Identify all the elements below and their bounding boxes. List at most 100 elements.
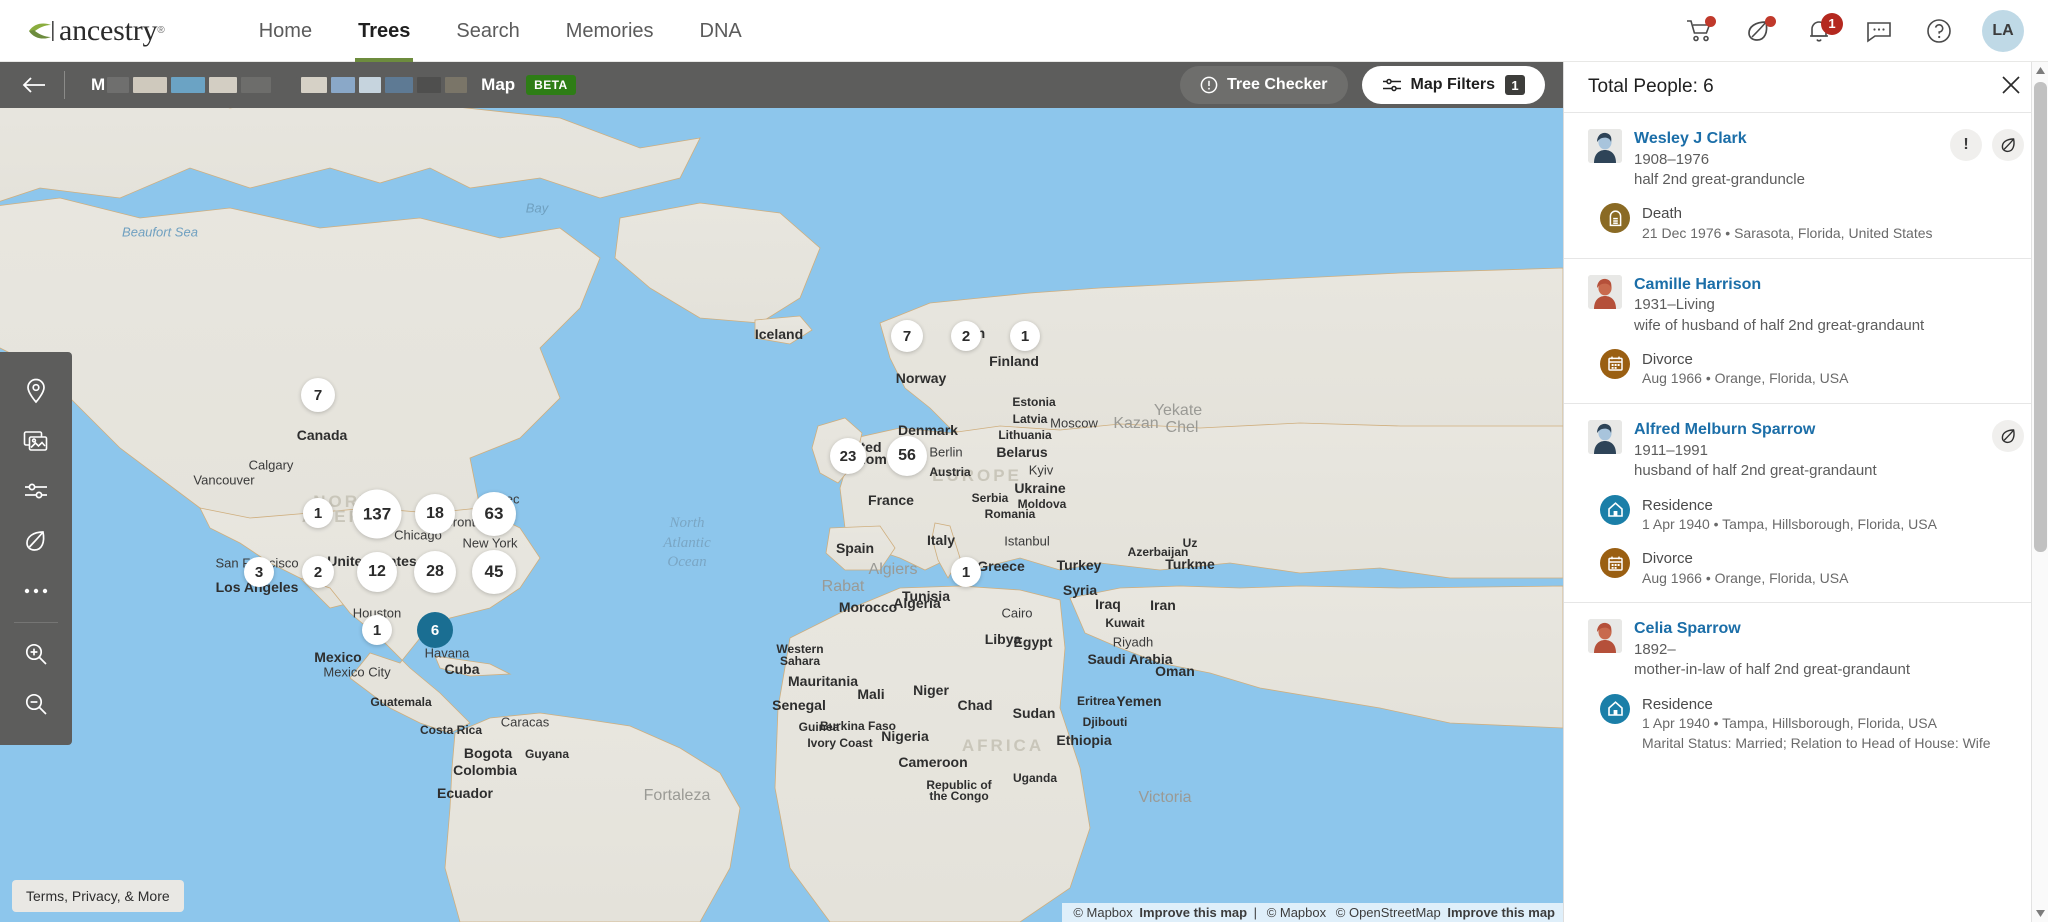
close-icon[interactable]: [1994, 68, 2028, 107]
main-nav-links: Home Trees Search Memories DNA: [259, 0, 788, 62]
person-name-link[interactable]: Wesley J Clark: [1634, 129, 1932, 150]
map-title: M Map BETA: [91, 75, 576, 95]
person-relationship: wife of husband of half 2nd great-granda…: [1634, 316, 2016, 336]
home-icon: [1607, 501, 1624, 518]
person-actions: !: [1940, 129, 2024, 161]
map-filters-button[interactable]: Map Filters 1: [1362, 66, 1545, 104]
nav-link-home[interactable]: Home: [259, 0, 312, 62]
person-event: Residence1 Apr 1940 • Tampa, Hillsboroug…: [1588, 694, 2024, 754]
top-navigation-bar: ancestry ® Home Trees Search Memories DN…: [0, 0, 2048, 62]
photos-tool[interactable]: [0, 416, 72, 466]
leaf-hint-icon[interactable]: [1992, 420, 2024, 452]
person-name-link[interactable]: Celia Sparrow: [1634, 619, 2016, 640]
map-landmass-layer: [0, 108, 1563, 922]
toolbar-actions: Tree Checker Map Filters 1: [1180, 66, 1545, 104]
person-avatar-icon: [1588, 420, 1622, 454]
person-header: Alfred Melburn Sparrow1911–1991husband o…: [1588, 420, 2024, 481]
person-card[interactable]: Celia Sparrow1892–mother-in-law of half …: [1564, 602, 2046, 768]
person-name-link[interactable]: Camille Harrison: [1634, 275, 2016, 296]
nav-link-trees[interactable]: Trees: [358, 0, 410, 62]
leaf-hint-icon[interactable]: [1736, 8, 1782, 54]
event-detail: Aug 1966 • Orange, Florida, USA: [1642, 369, 1848, 389]
improve-this-map-link-2[interactable]: Improve this map: [1447, 905, 1555, 920]
panel-scrollbar[interactable]: [2031, 62, 2048, 922]
person-name-link[interactable]: Alfred Melburn Sparrow: [1634, 420, 1974, 441]
avatar: [1588, 619, 1622, 653]
map-cluster-marker[interactable]: 1: [951, 557, 981, 587]
alert-glyph: !: [1963, 136, 1968, 154]
nav-icon-group: 1 LA: [1662, 8, 2024, 54]
map-cluster-marker[interactable]: 1: [303, 498, 333, 528]
notification-count-badge: 1: [1821, 13, 1843, 35]
tree-checker-button[interactable]: Tree Checker: [1180, 66, 1348, 104]
event-detail: 21 Dec 1976 • Sarasota, Florida, United …: [1642, 224, 1933, 244]
redacted-title-block: [171, 77, 205, 93]
person-lifespan: 1931–Living: [1634, 295, 2016, 315]
map-cluster-marker[interactable]: 2: [302, 556, 334, 588]
total-people-label: Total People: 6: [1588, 76, 1714, 98]
zoom-in-tool[interactable]: [0, 629, 72, 679]
filters-tool[interactable]: [0, 466, 72, 516]
map-cluster-marker[interactable]: 28: [414, 551, 456, 593]
ancestry-leaf-icon: [26, 19, 56, 43]
map-viewport[interactable]: North Atlantic Ocean Beaufort SeaBayIcel…: [0, 108, 1563, 922]
event-title: Divorce: [1642, 549, 1848, 569]
person-lifespan: 1892–: [1634, 640, 2016, 660]
redacted-title-block: [241, 77, 271, 93]
person-relationship: husband of half 2nd great-grandaunt: [1634, 461, 1974, 481]
alert-icon[interactable]: !: [1950, 129, 1982, 161]
zoom-out-tool[interactable]: [0, 679, 72, 729]
map-cluster-marker[interactable]: 2: [951, 321, 981, 351]
map-cluster-marker[interactable]: 7: [301, 378, 335, 412]
map-cluster-marker[interactable]: 23: [830, 438, 866, 474]
messages-icon[interactable]: [1856, 8, 1902, 54]
home-icon: [1607, 700, 1624, 717]
people-list[interactable]: Wesley J Clark1908–1976half 2nd great-gr…: [1564, 112, 2048, 922]
terms-privacy-button[interactable]: Terms, Privacy, & More: [12, 880, 184, 912]
redacted-title-block: [385, 77, 413, 93]
event-detail: Aug 1966 • Orange, Florida, USA: [1642, 569, 1848, 589]
scrollbar-thumb[interactable]: [2034, 82, 2047, 552]
nav-link-memories[interactable]: Memories: [566, 0, 654, 62]
attribution-openstreetmap: © OpenStreetMap: [1336, 905, 1441, 920]
person-header: Camille Harrison1931–Livingwife of husba…: [1588, 275, 2024, 336]
map-cluster-marker[interactable]: 56: [887, 436, 927, 476]
person-card[interactable]: Alfred Melburn Sparrow1911–1991husband o…: [1564, 403, 2046, 602]
more-options-tool[interactable]: [0, 566, 72, 616]
map-cluster-marker[interactable]: 7: [891, 320, 923, 352]
map-pin-tool[interactable]: [0, 366, 72, 416]
map-cluster-marker[interactable]: 18: [415, 494, 455, 534]
redacted-title-block: [331, 77, 355, 93]
event-title: Residence: [1642, 695, 1991, 715]
nav-link-search[interactable]: Search: [456, 0, 519, 62]
map-cluster-marker[interactable]: 3: [244, 557, 274, 587]
tree-checker-label: Tree Checker: [1227, 76, 1328, 94]
help-icon[interactable]: [1916, 8, 1962, 54]
leaf-hints-tool[interactable]: [0, 516, 72, 566]
map-cluster-marker[interactable]: 45: [472, 550, 516, 594]
back-arrow-icon[interactable]: [12, 75, 56, 95]
map-title-prefix: M: [91, 75, 105, 95]
map-cluster-marker[interactable]: 1: [362, 615, 392, 645]
user-avatar[interactable]: LA: [1982, 10, 2024, 52]
map-title-suffix: Map: [481, 75, 515, 95]
map-canvas[interactable]: North Atlantic Ocean Beaufort SeaBayIcel…: [0, 108, 1563, 922]
ancestry-logo[interactable]: ancestry ®: [26, 14, 165, 48]
map-cluster-marker[interactable]: 6: [417, 612, 453, 648]
nav-link-dna[interactable]: DNA: [700, 0, 742, 62]
improve-this-map-link-1[interactable]: Improve this map: [1139, 905, 1247, 920]
scroll-down-icon[interactable]: [2032, 905, 2048, 922]
map-cluster-marker[interactable]: 63: [472, 492, 516, 536]
trademark-symbol: ®: [157, 25, 164, 36]
person-card[interactable]: Camille Harrison1931–Livingwife of husba…: [1564, 258, 2046, 404]
scroll-up-icon[interactable]: [2032, 62, 2048, 79]
map-cluster-marker[interactable]: 137: [353, 490, 402, 539]
filters-sliders-icon: [1382, 76, 1402, 94]
map-cluster-marker[interactable]: 1: [1010, 321, 1040, 351]
notifications-bell-icon[interactable]: 1: [1796, 8, 1842, 54]
cart-icon[interactable]: [1676, 8, 1722, 54]
map-cluster-marker[interactable]: 12: [357, 552, 397, 592]
person-avatar-icon: [1588, 129, 1622, 163]
person-card[interactable]: Wesley J Clark1908–1976half 2nd great-gr…: [1564, 112, 2046, 258]
leaf-hint-icon[interactable]: [1992, 129, 2024, 161]
